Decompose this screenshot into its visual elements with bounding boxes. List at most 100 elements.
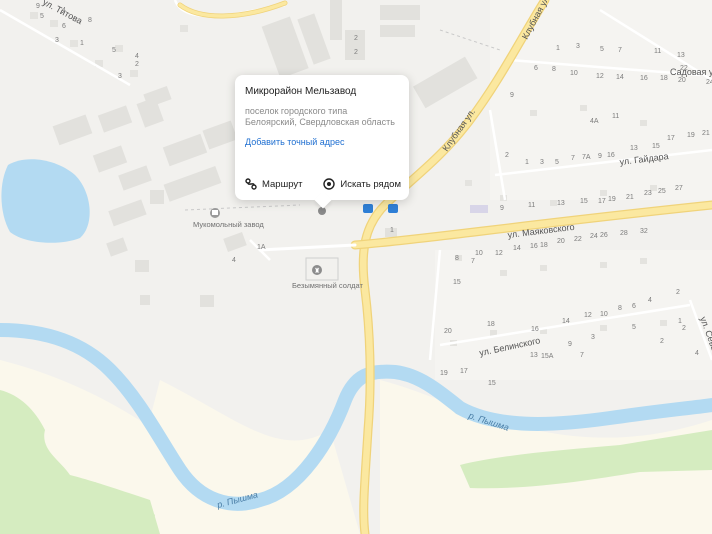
house-number: 9 [598,153,602,160]
popup-title: Микрорайон Мельзавод [245,86,357,97]
house-number: 10 [570,70,578,77]
house-number: 2 [354,49,358,56]
house-number: 24 [706,79,712,86]
house-number: 10 [600,311,608,318]
house-number: 9 [510,92,514,99]
house-number: 27 [675,185,683,192]
route-button[interactable]: Маршрут [245,178,303,190]
house-number: 6 [62,23,66,30]
house-number: 21 [626,194,634,201]
house-number: 3 [55,37,59,44]
house-number: 1А [257,244,266,251]
house-number: 4 [62,7,66,14]
house-number: 15 [652,143,660,150]
house-number: 7 [580,352,584,359]
house-number: 2 [682,325,686,332]
house-number: 15 [488,380,496,387]
house-number: 1 [80,40,84,47]
house-number: 11 [654,48,661,55]
house-number: 18 [487,321,495,328]
house-number: 2 [505,152,509,159]
house-number: 5 [40,13,44,20]
house-number: 22 [680,65,688,72]
house-number: 9 [568,341,572,348]
house-number: 14 [616,74,624,81]
house-number: 1 [556,45,560,52]
house-number: 13 [557,200,565,207]
house-number: 22 [574,236,582,243]
popup-subtitle: поселок городского типа Белоярский, Свер… [245,106,395,127]
house-number: 4 [135,53,139,60]
house-number: 7 [571,155,575,162]
route-icon [245,178,257,190]
bus-stop-icon[interactable] [388,204,398,213]
house-number: 2 [354,35,358,42]
house-number: 8 [88,17,92,24]
house-number: 4 [648,297,652,304]
house-number: 9 [36,3,40,10]
house-number: 7 [471,258,475,265]
house-number: 17 [598,198,606,205]
soldier-label: Безымянный солдат [292,281,364,290]
bus-stop-icon[interactable] [363,204,373,213]
house-number: 11 [528,202,535,209]
house-number: 9 [500,205,504,212]
house-number: 13 [530,352,538,359]
house-number: 19 [687,132,695,139]
factory-icon [212,210,218,215]
house-number: 24 [590,233,598,240]
house-number: 12 [584,312,592,319]
house-number: 8 [552,66,556,73]
house-number: 21 [702,130,710,137]
house-number: 16 [640,75,648,82]
house-number: 16 [530,243,538,250]
add-address-link[interactable]: Добавить точный адрес [245,137,399,148]
house-number: 20 [444,328,452,335]
street-label-sadovaya: Садовая ул. [670,67,712,77]
house-number: 1 [525,159,529,166]
house-number: 25 [658,188,666,195]
house-number: 7 [618,47,622,54]
house-number: 18 [540,242,548,249]
monument-icon: ♜ [314,267,320,275]
house-number: 5 [555,159,559,166]
house-number: 14 [562,318,570,325]
house-number: 5 [112,47,116,54]
house-number: 1 [390,227,394,234]
search-nearby-label: Искать рядом [340,178,401,190]
house-number: 23 [644,190,652,197]
house-number: 4 [695,350,699,357]
location-popup: Микрорайон Мельзавод поселок городского … [235,75,409,209]
house-number: 1 [678,318,682,325]
house-number: 14 [513,245,521,252]
popup-actions: Маршрут Искать рядом [245,178,401,190]
house-number: 4А [590,118,599,125]
house-number: 15 [453,279,461,286]
house-number: 19 [440,370,448,377]
house-number: 13 [630,145,638,152]
house-number: 3 [591,334,595,341]
house-number: 15 [580,198,588,205]
house-number: 12 [495,250,503,257]
search-nearby-icon [323,178,336,190]
house-number: 7А [582,154,591,161]
house-number: 11 [612,113,619,120]
house-number: 3 [576,43,580,50]
house-number: 20 [678,77,686,84]
house-number: 19 [608,196,616,203]
house-number: 8 [455,255,459,262]
house-number: 16 [531,326,539,333]
house-number: 2 [660,338,664,345]
house-number: 8 [618,305,622,312]
search-nearby-button[interactable]: Искать рядом [323,178,401,190]
mill-label-line1: Мукомольный завод [193,220,264,229]
house-number: 5 [600,46,604,53]
route-label: Маршрут [262,178,303,190]
house-number: 18 [660,75,668,82]
house-number: 10 [475,250,483,257]
house-number: 3 [540,159,544,166]
house-number: 4 [232,257,236,264]
house-number: 6 [534,65,538,72]
house-number: 13 [677,52,685,59]
house-number: 12 [596,73,604,80]
